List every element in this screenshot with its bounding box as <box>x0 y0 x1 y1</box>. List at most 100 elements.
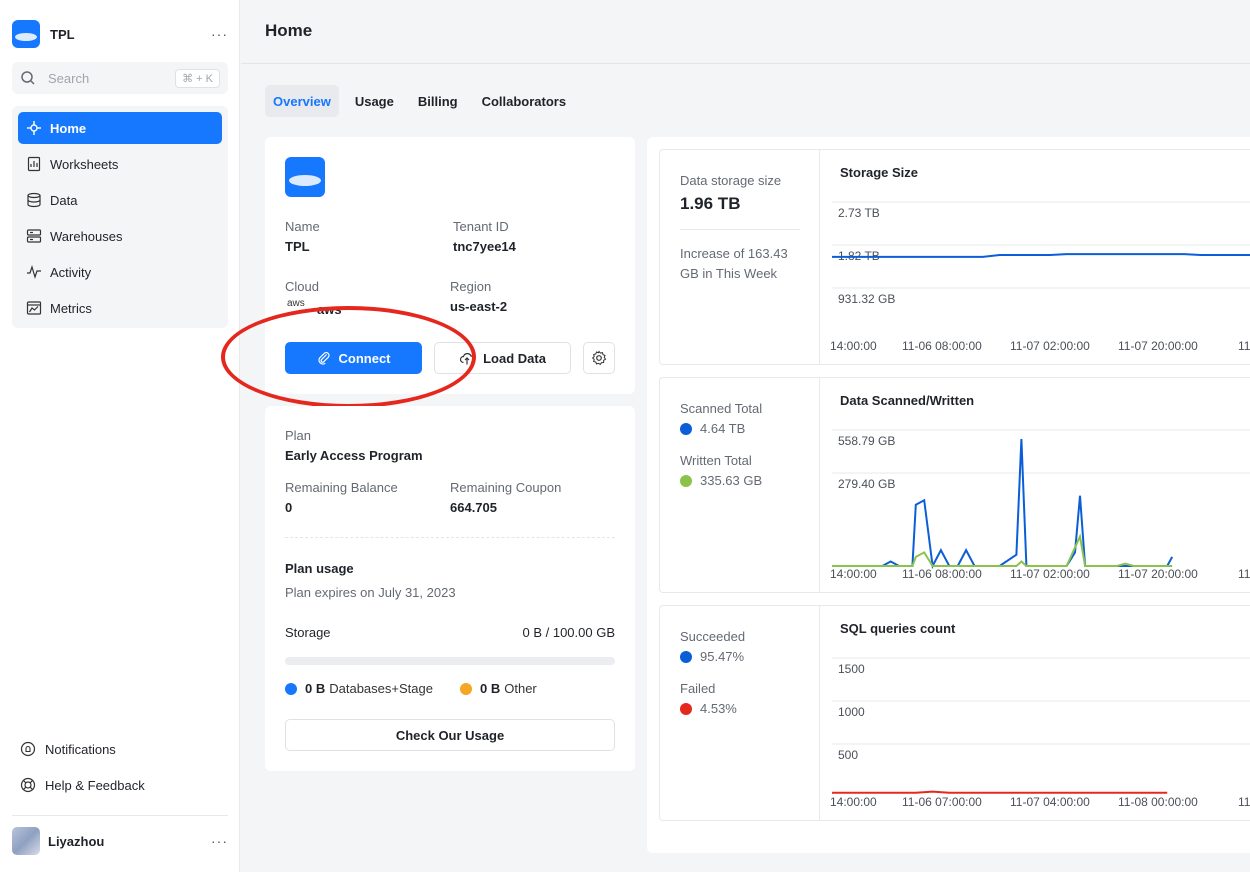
succeeded-dot-icon <box>680 650 692 663</box>
workspace-name: TPL <box>50 26 75 42</box>
legend-label: Other <box>504 681 537 696</box>
top-bar: Home <box>241 0 1250 64</box>
scanned-label: Scanned Total <box>680 401 763 416</box>
tab-bar: Overview Usage Billing Collaborators <box>265 85 582 117</box>
x-tick-label: 11-07 20:00:00 <box>1118 339 1198 353</box>
settings-button[interactable] <box>583 342 615 374</box>
workspace-logo <box>12 20 40 48</box>
scanned-dot-icon <box>680 422 692 435</box>
plan-card: Plan Early Access Program Remaining Bala… <box>265 406 635 771</box>
x-tick-label: 11-06 07:00:00 <box>902 795 982 809</box>
plan-divider <box>285 537 615 538</box>
storage-legend-other: 0 B Other <box>460 681 537 696</box>
storage-legend-databases: 0 B Databases+Stage <box>285 681 433 696</box>
data-scanned-chart: 558.79 GB 279.40 GB 14:00:00 11-06 08:00:00… <box>830 429 1250 581</box>
page-title: Home <box>265 21 313 40</box>
sidebar-item-data[interactable]: Data <box>18 184 222 216</box>
sidebar-item-label: Help & Feedback <box>45 777 145 793</box>
x-tick-label: 11-06 08:00:00 <box>902 339 982 353</box>
summary-divider <box>680 229 800 230</box>
tab-collaborators[interactable]: Collaborators <box>474 85 575 117</box>
sidebar-item-label: Metrics <box>50 300 92 316</box>
coupon-label: Remaining Coupon <box>450 480 562 495</box>
series-line <box>832 439 1174 570</box>
coupon-value: 664.705 <box>450 500 497 515</box>
x-tick-label: 11-07 20:00:00 <box>1118 567 1198 581</box>
sql-summary: Succeeded 95.47% Failed 4.53% <box>660 606 820 820</box>
user-menu[interactable]: Liyazhou ··· <box>12 826 228 856</box>
worksheet-icon <box>26 156 42 172</box>
x-tick-label: 14:00:00 <box>830 567 877 581</box>
y-tick-label: 1500 <box>838 662 865 676</box>
paperclip-icon <box>317 352 330 365</box>
legend-label: Databases+Stage <box>329 681 433 696</box>
x-tick-label: 11- <box>1238 339 1250 353</box>
sidebar-item-worksheets[interactable]: Worksheets <box>18 148 222 180</box>
tab-overview[interactable]: Overview <box>265 85 339 117</box>
sidebar-item-metrics[interactable]: Metrics <box>18 292 222 324</box>
sidebar-item-activity[interactable]: Activity <box>18 256 222 288</box>
avatar <box>12 827 40 855</box>
series-line <box>832 533 1173 567</box>
failed-dot-icon <box>680 702 692 715</box>
workspace-header[interactable]: TPL ··· <box>12 20 228 48</box>
written-label: Written Total <box>680 453 752 468</box>
storage-metric-card: Data storage size 1.96 TB Increase of 16… <box>659 149 1250 365</box>
tenant-name: TPL <box>285 239 310 254</box>
tab-usage[interactable]: Usage <box>347 85 402 117</box>
search-icon <box>21 71 35 85</box>
legend-dot-icon <box>460 682 472 695</box>
cloud-label: Cloud <box>285 279 319 294</box>
search-box[interactable]: Search ⌘ + K <box>12 62 228 94</box>
connect-label: Connect <box>338 350 391 366</box>
check-usage-button[interactable]: Check Our Usage <box>285 719 615 751</box>
load-data-label: Load Data <box>483 350 546 366</box>
x-tick-label: 11-07 04:00:00 <box>1010 795 1090 809</box>
home-icon <box>26 120 42 136</box>
load-data-button[interactable]: Load Data <box>434 342 571 374</box>
sql-queries-chart: 1500 1000 500 14:00:00 11-06 07:00:00 11-07 0… <box>830 657 1250 809</box>
tab-billing[interactable]: Billing <box>410 85 466 117</box>
sql-metric-card: Succeeded 95.47% Failed 4.53% SQL querie… <box>659 605 1250 821</box>
database-icon <box>26 192 42 208</box>
bell-icon <box>20 741 36 757</box>
scanned-metric-card: Scanned Total 4.64 TB Written Total 335.… <box>659 377 1250 593</box>
workspace-more-icon[interactable]: ··· <box>211 26 228 42</box>
user-more-icon[interactable]: ··· <box>211 833 228 849</box>
warehouse-icon <box>26 228 42 244</box>
storage-increase: Increase of 163.43 GB in This Week <box>680 246 788 281</box>
sidebar: TPL ··· Search ⌘ + K Home Worksheets Dat… <box>0 0 240 872</box>
aws-logo-icon: aws <box>287 298 305 309</box>
upload-cloud-icon <box>460 353 475 365</box>
x-tick-label: 14:00:00 <box>830 339 877 353</box>
storage-size-label: Data storage size <box>680 173 782 188</box>
sidebar-item-warehouses[interactable]: Warehouses <box>18 220 222 252</box>
x-tick-label: 11- <box>1238 795 1250 809</box>
search-shortcut: ⌘ + K <box>175 68 220 88</box>
x-tick-label: 11-07 02:00:00 <box>1010 339 1090 353</box>
legend-value: 0 B <box>305 681 326 696</box>
x-tick-label: 11-08 00:00:00 <box>1118 795 1198 809</box>
sidebar-item-label: Warehouses <box>50 228 123 244</box>
written-value: 335.63 GB <box>700 473 763 488</box>
sidebar-item-home[interactable]: Home <box>18 112 222 144</box>
metrics-icon <box>26 300 42 316</box>
legend-value: 0 B <box>480 681 501 696</box>
written-dot-icon <box>680 474 692 487</box>
sidebar-item-label: Home <box>50 120 87 136</box>
balance-value: 0 <box>285 500 293 515</box>
sidebar-item-label: Data <box>50 192 78 208</box>
sidebar-item-help[interactable]: Help & Feedback <box>20 775 145 795</box>
succeeded-value: 95.47% <box>700 649 745 664</box>
search-input[interactable]: Search <box>48 71 89 86</box>
sidebar-item-notifications[interactable]: Notifications <box>20 739 116 759</box>
connect-button[interactable]: Connect <box>285 342 422 374</box>
help-icon <box>20 777 36 793</box>
name-label: Name <box>285 219 320 234</box>
sidebar-nav: Home Worksheets Data Warehouses Activity… <box>12 106 228 328</box>
succeeded-label: Succeeded <box>680 629 746 644</box>
tenant-id: tnc7yee14 <box>453 239 516 254</box>
storage-size-chart: 2.73 TB1.82 TB931.32 GB14:00:00 11-06 08:… <box>830 201 1250 353</box>
x-tick-label: 11-06 08:00:00 <box>902 567 982 581</box>
tenant-id-label: Tenant ID <box>453 219 509 234</box>
